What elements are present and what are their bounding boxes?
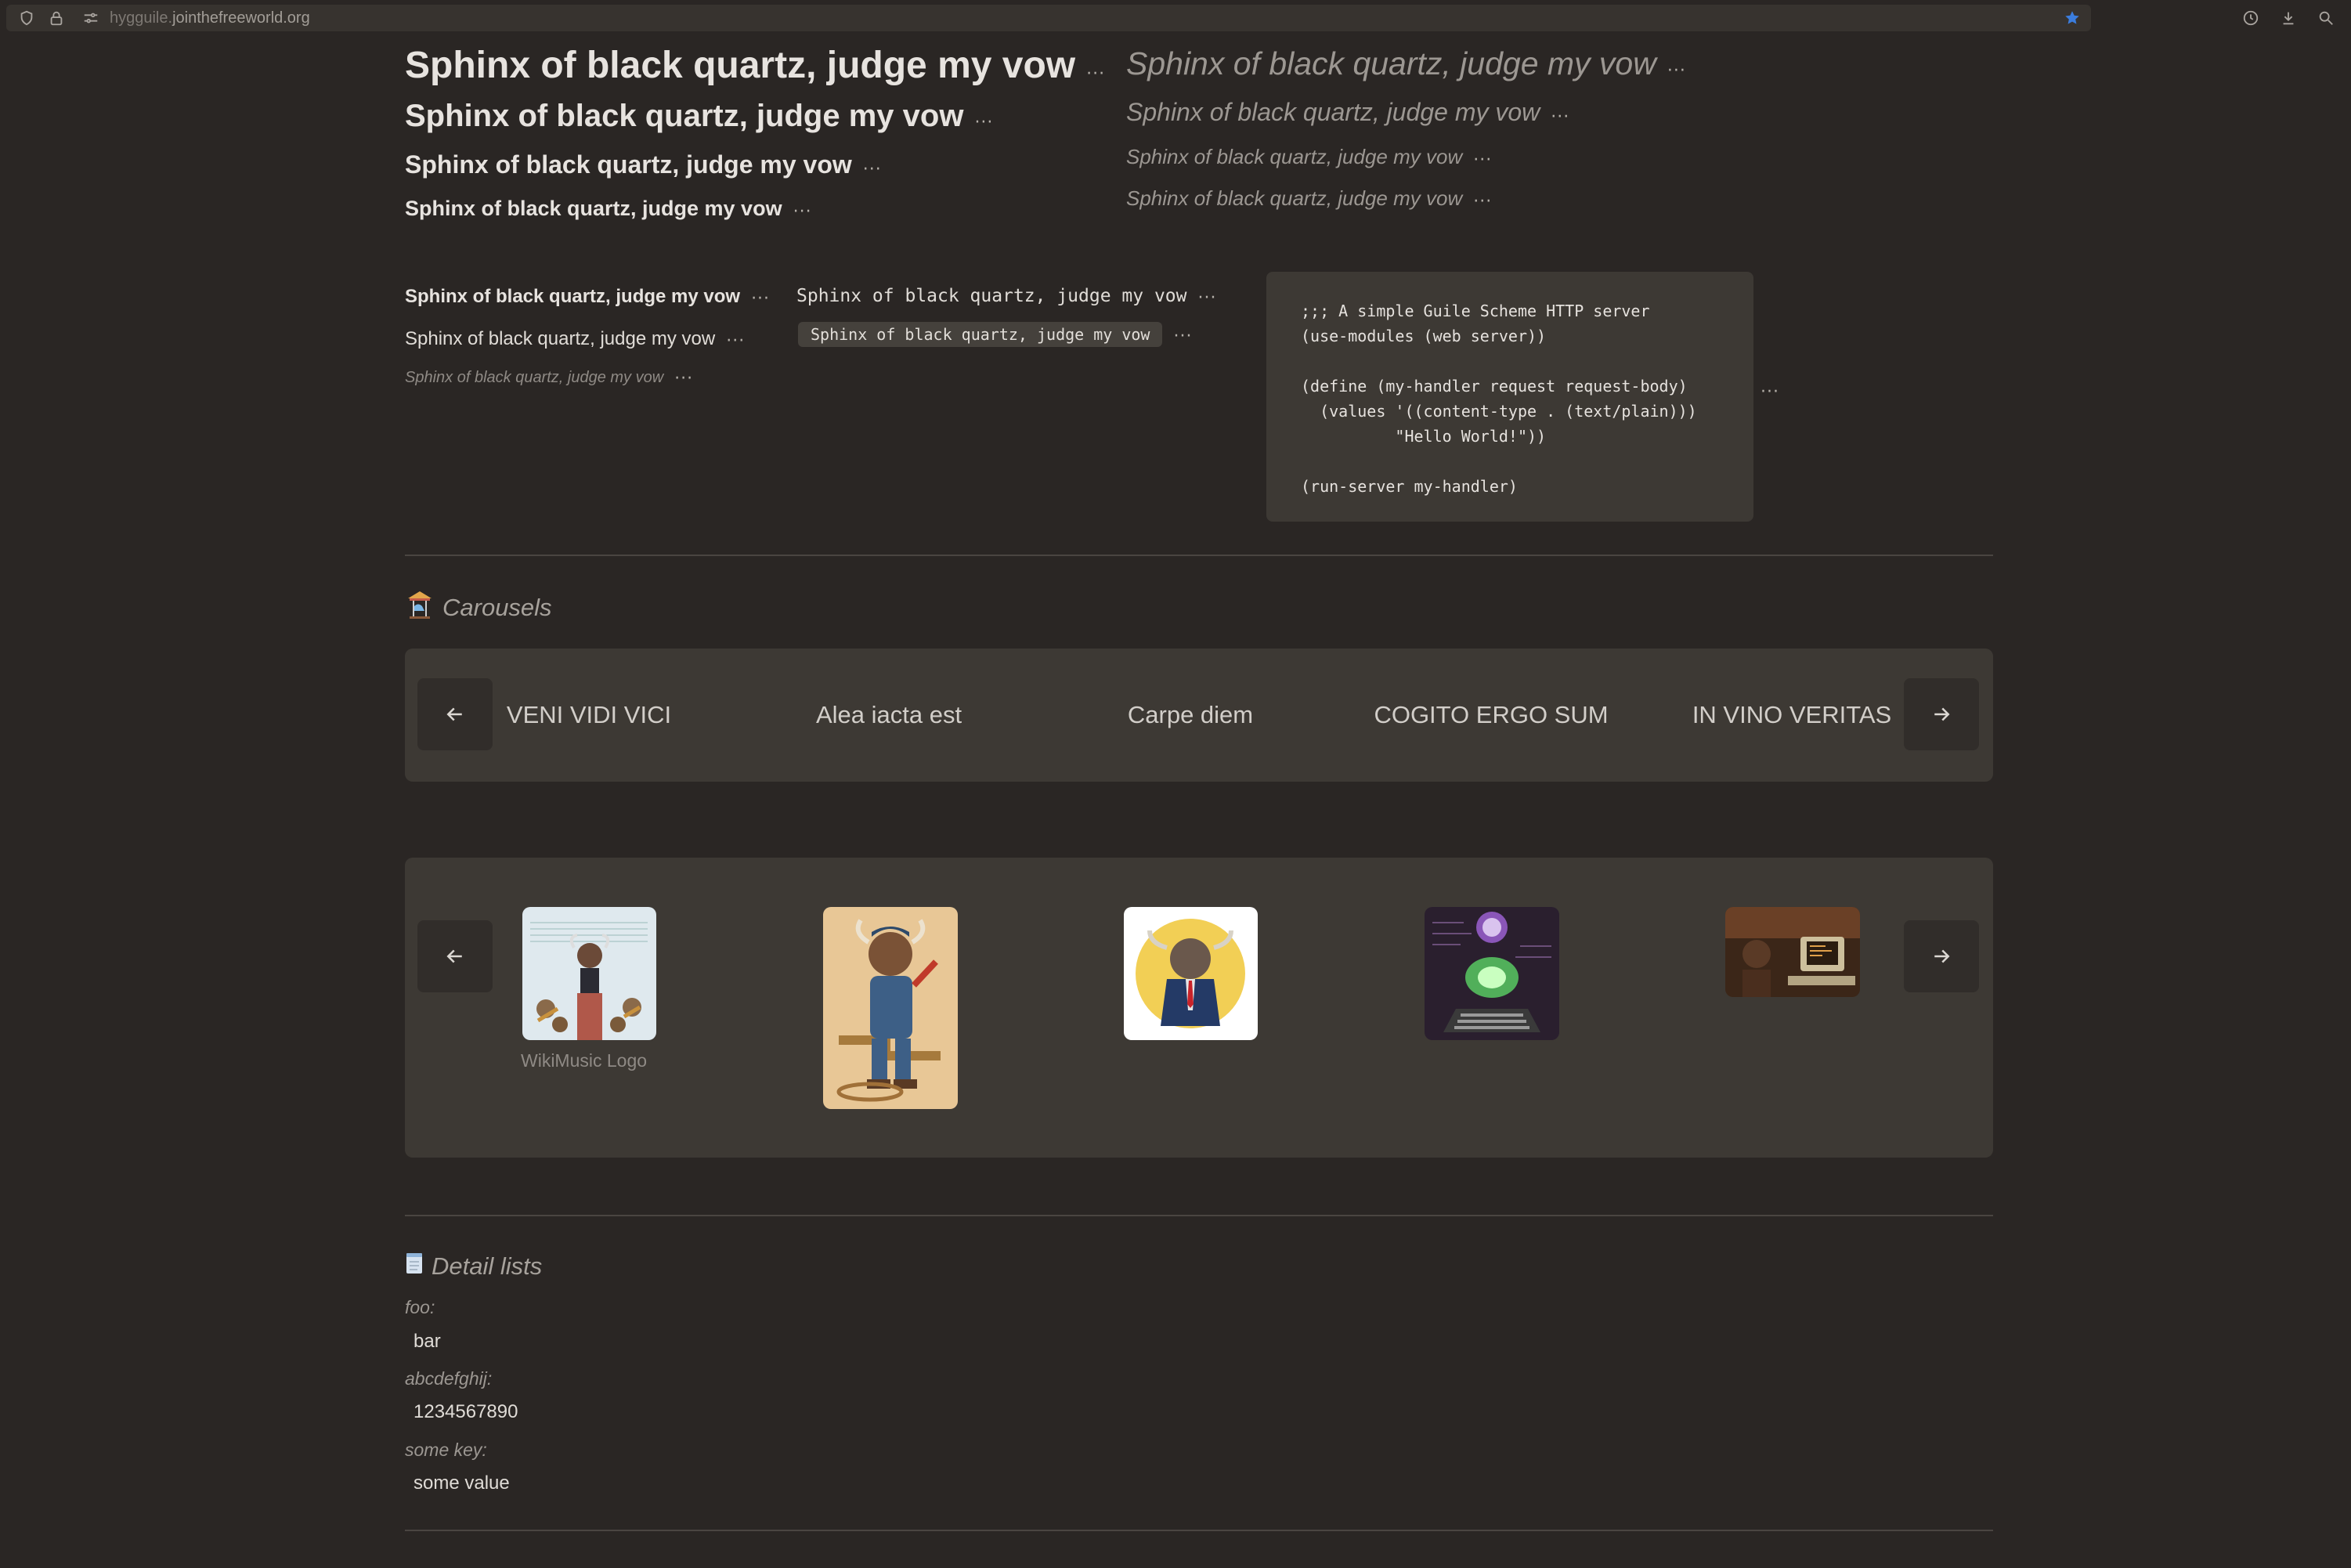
detail-value: some value — [414, 1472, 510, 1494]
bookmark-star-icon[interactable] — [2063, 9, 2082, 27]
ellipsis-icon[interactable]: ··· — [1086, 64, 1105, 84]
section-title-detail-lists: Detail lists — [405, 1252, 542, 1281]
divider — [405, 555, 1993, 556]
heading-h3: Sphinx of black quartz, judge my vow ··· — [405, 150, 882, 179]
small-italic-text: Sphinx of black quartz, judge my vow ··· — [405, 369, 694, 388]
ellipsis-icon[interactable]: ··· — [726, 331, 745, 351]
gnu-conductor-image[interactable] — [522, 907, 656, 1040]
carousel-item: IN VINO VERITAS — [1692, 701, 1892, 728]
code-content: ;;; A simple Guile Scheme HTTP server (u… — [1301, 302, 1697, 496]
ellipsis-icon[interactable]: ··· — [1173, 327, 1192, 346]
carousel-prev-button[interactable] — [417, 678, 493, 750]
carousel-next-button[interactable] — [1904, 920, 1979, 992]
text-carousel: VENI VIDI VICI Alea iacta est Carpe diem… — [405, 649, 1993, 782]
notepad-icon — [405, 1252, 424, 1281]
image-caption: WikiMusic Logo — [521, 1050, 648, 1071]
ellipsis-icon[interactable]: ··· — [863, 160, 882, 179]
heading-h1: Sphinx of black quartz, judge my vow ··· — [405, 45, 1106, 86]
url-bar[interactable]: hygguile.jointhefreeworld.org — [6, 5, 2091, 31]
gnu-businessman-image[interactable] — [1124, 907, 1258, 1040]
ellipsis-icon[interactable]: ··· — [1473, 192, 1492, 211]
section-title-carousels: Carousels — [405, 589, 552, 627]
carousel-prev-button[interactable] — [417, 920, 493, 992]
arrow-right-icon — [1934, 949, 1950, 963]
carousel-item: COGITO ERGO SUM — [1374, 701, 1609, 728]
arrow-left-icon — [446, 707, 462, 721]
carousel-next-button[interactable] — [1904, 678, 1979, 750]
code-block: ;;; A simple Guile Scheme HTTP server (u… — [1266, 272, 1753, 522]
carousel-item: Alea iacta est — [815, 701, 962, 728]
ellipsis-icon[interactable]: ··· — [674, 369, 693, 388]
ellipsis-icon[interactable]: ··· — [974, 113, 993, 132]
normal-text: Sphinx of black quartz, judge my vow ··· — [405, 328, 746, 351]
bold-text: Sphinx of black quartz, judge my vow ··· — [405, 286, 771, 309]
carousel-item: VENI VIDI VICI — [506, 701, 672, 728]
detail-key: some key: — [405, 1440, 487, 1460]
ellipsis-icon[interactable]: ··· — [793, 202, 812, 222]
heading-h4: Sphinx of black quartz, judge my vow ··· — [405, 197, 812, 222]
arrow-right-icon — [1934, 707, 1950, 721]
carousel-item: Carpe diem — [1127, 701, 1254, 728]
history-icon[interactable] — [2241, 9, 2260, 27]
ellipsis-icon[interactable]: ··· — [1761, 382, 1779, 402]
ellipsis-icon[interactable]: ··· — [751, 289, 770, 309]
detail-value: 1234567890 — [414, 1401, 518, 1422]
ellipsis-icon[interactable]: ··· — [1551, 107, 1569, 127]
permissions-icon[interactable] — [81, 9, 100, 27]
lock-icon[interactable] — [47, 9, 66, 27]
detail-key: foo: — [405, 1297, 435, 1317]
divider — [405, 1530, 1993, 1531]
url-text[interactable]: hygguile.jointhefreeworld.org — [110, 8, 310, 28]
ellipsis-icon[interactable]: ··· — [1667, 61, 1686, 81]
shield-icon[interactable] — [17, 9, 36, 27]
italic-heading-4: Sphinx of black quartz, judge my vow ··· — [1126, 186, 1493, 211]
gnu-plumber-image[interactable] — [823, 907, 958, 1109]
download-icon[interactable] — [2279, 9, 2298, 27]
italic-heading-1: Sphinx of black quartz, judge my vow ··· — [1126, 45, 1686, 81]
ellipsis-icon[interactable]: ··· — [1473, 150, 1492, 170]
heading-h2: Sphinx of black quartz, judge my vow ··· — [405, 99, 994, 133]
detail-key: abcdefghij: — [405, 1368, 493, 1389]
search-icon[interactable] — [2317, 9, 2335, 27]
inline-code: Sphinx of black quartz, judge my vow ··· — [798, 322, 1192, 347]
gnu-system-image[interactable] — [1425, 907, 1559, 1040]
divider — [405, 1215, 1993, 1216]
italic-heading-2: Sphinx of black quartz, judge my vow ··· — [1126, 98, 1570, 127]
italic-heading-3: Sphinx of black quartz, judge my vow ··· — [1126, 145, 1493, 170]
image-carousel: WikiMusic Logo — [405, 858, 1993, 1158]
arrow-left-icon — [446, 949, 462, 963]
ellipsis-icon[interactable]: ··· — [1198, 288, 1217, 308]
carousel-icon — [405, 589, 435, 627]
gnu-retro-computer-image[interactable] — [1725, 907, 1860, 997]
detail-value: bar — [414, 1331, 441, 1352]
monospace-text: Sphinx of black quartz, judge my vow ··· — [796, 286, 1217, 308]
